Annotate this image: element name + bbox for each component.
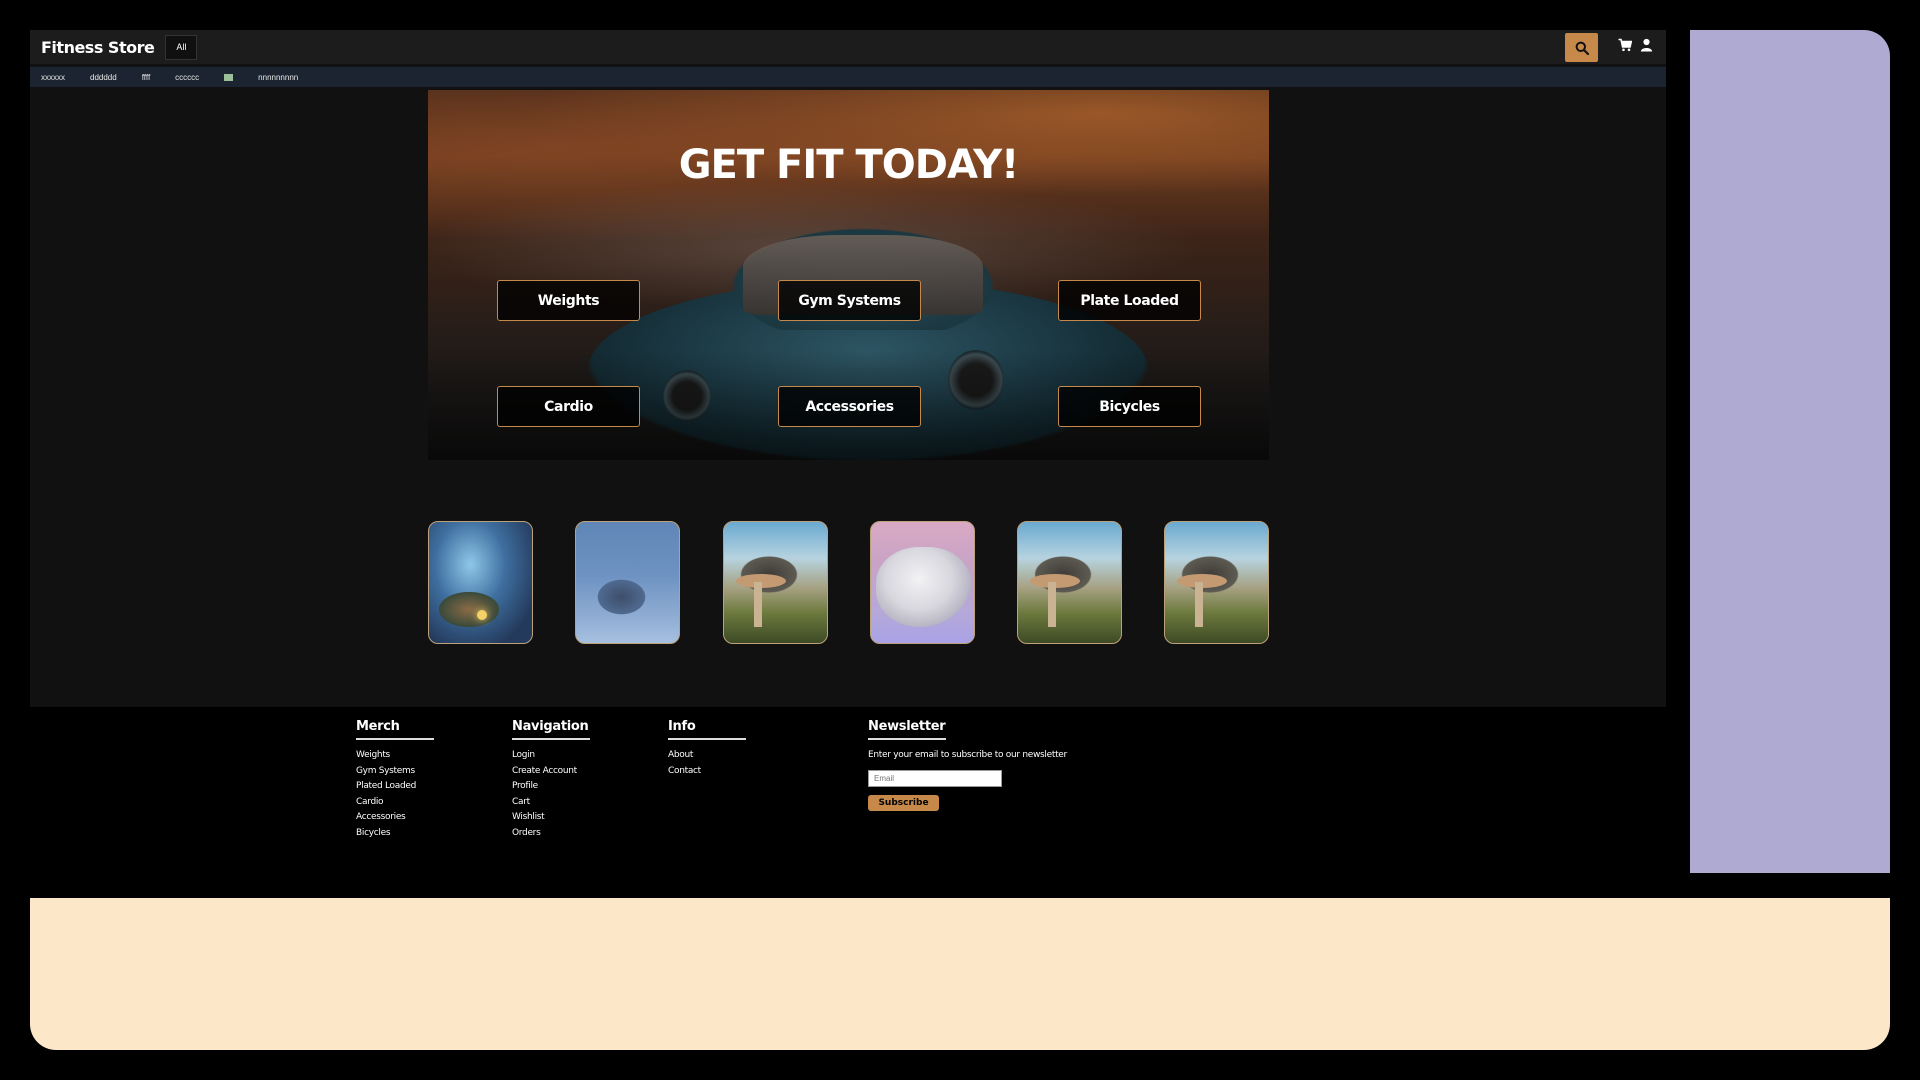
- plate-loaded-button[interactable]: Plate Loaded: [1058, 280, 1201, 321]
- newsletter-email-input[interactable]: [868, 769, 1002, 787]
- cart-icon: [1618, 38, 1633, 52]
- accessories-button[interactable]: Accessories: [778, 386, 921, 427]
- footer-navigation-column: Navigation Login Create Account Profile …: [512, 719, 590, 841]
- subnav-item[interactable]: nnnnnnnnn: [258, 73, 298, 82]
- sub-navbar: xxxxxx dddddd ffff cccccc nnnnnnnnn: [30, 67, 1666, 87]
- subscribe-button[interactable]: Subscribe: [868, 794, 939, 811]
- product-thumbnail[interactable]: [723, 521, 828, 644]
- subnav-item-swatch[interactable]: [224, 73, 234, 81]
- newsletter-text: Enter your email to subscribe to our new…: [868, 750, 1067, 760]
- subnav-item[interactable]: dddddd: [90, 73, 117, 82]
- search-button[interactable]: [1565, 33, 1598, 62]
- footer-link[interactable]: Accessories: [356, 810, 434, 826]
- nav-icons: [1618, 38, 1653, 57]
- side-panel: [1690, 30, 1890, 873]
- bottom-panel: [30, 898, 1890, 1050]
- product-thumbnail[interactable]: [575, 521, 680, 644]
- bicycles-button[interactable]: Bicycles: [1058, 386, 1201, 427]
- product-thumbnail[interactable]: [870, 521, 975, 644]
- top-navbar: Fitness Store All: [30, 30, 1666, 64]
- subnav-item[interactable]: ffff: [142, 73, 150, 82]
- footer-link[interactable]: Bicycles: [356, 826, 434, 842]
- footer-link[interactable]: Gym Systems: [356, 764, 434, 780]
- footer-heading: Merch: [356, 719, 434, 740]
- footer-link[interactable]: Weights: [356, 748, 434, 764]
- site-footer: Merch Weights Gym Systems Plated Loaded …: [30, 707, 1666, 873]
- footer-link[interactable]: Profile: [512, 779, 590, 795]
- weights-button[interactable]: Weights: [497, 280, 640, 321]
- search-icon: [1575, 41, 1589, 55]
- product-thumbnail[interactable]: [1164, 521, 1269, 644]
- footer-link[interactable]: Cart: [512, 795, 590, 811]
- device-frame: Fitness Store All xxxxxx dddddd ffff ccc…: [0, 0, 1920, 1080]
- hero-title: GET FIT TODAY!: [678, 142, 1020, 188]
- subnav-item[interactable]: xxxxxx: [41, 73, 65, 82]
- category-select[interactable]: All: [165, 34, 198, 60]
- footer-link[interactable]: Login: [512, 748, 590, 764]
- footer-heading: Navigation: [512, 719, 590, 740]
- footer-link[interactable]: Orders: [512, 826, 590, 842]
- footer-heading: Newsletter: [868, 719, 946, 740]
- footer-info-column: Info About Contact: [668, 719, 746, 779]
- hero-banner: GET FIT TODAY! Weights Gym Systems Plate…: [428, 90, 1269, 460]
- subnav-item[interactable]: cccccc: [175, 73, 199, 82]
- footer-link[interactable]: Contact: [668, 764, 746, 780]
- product-thumbnail[interactable]: [428, 521, 533, 644]
- browser-screen: Fitness Store All xxxxxx dddddd ffff ccc…: [30, 30, 1666, 707]
- product-thumbnail[interactable]: [1017, 521, 1122, 644]
- footer-heading: Info: [668, 719, 746, 740]
- cardio-button[interactable]: Cardio: [497, 386, 640, 427]
- gym-systems-button[interactable]: Gym Systems: [778, 280, 921, 321]
- user-icon: [1640, 38, 1653, 52]
- footer-link[interactable]: Plated Loaded: [356, 779, 434, 795]
- brand-logo[interactable]: Fitness Store: [41, 38, 155, 57]
- account-button[interactable]: [1640, 38, 1653, 57]
- footer-link[interactable]: Wishlist: [512, 810, 590, 826]
- cart-button[interactable]: [1618, 38, 1633, 57]
- footer-newsletter-column: Newsletter Enter your email to subscribe…: [868, 719, 1067, 811]
- footer-link[interactable]: Create Account: [512, 764, 590, 780]
- footer-link[interactable]: Cardio: [356, 795, 434, 811]
- footer-link[interactable]: About: [668, 748, 746, 764]
- footer-merch-column: Merch Weights Gym Systems Plated Loaded …: [356, 719, 434, 841]
